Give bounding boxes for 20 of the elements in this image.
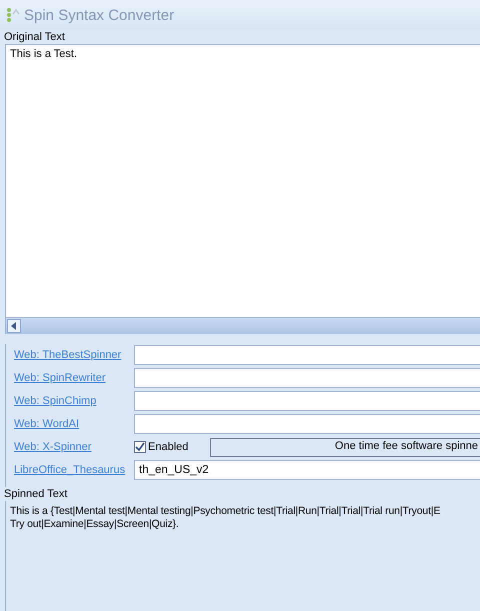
service-link[interactable]: LibreOffice_Thesaurus: [6, 464, 134, 476]
info-label: One time fee software spinne: [210, 438, 480, 456]
service-link[interactable]: Web: SpinRewriter: [6, 372, 134, 384]
checkbox-label: Enabled: [148, 441, 188, 453]
app-icon: [6, 7, 20, 23]
setting-field[interactable]: [134, 368, 480, 388]
service-link[interactable]: Web: TheBestSpinner: [6, 349, 134, 361]
setting-field[interactable]: [134, 391, 480, 411]
left-arrow-icon: [11, 322, 17, 330]
service-link[interactable]: Web: X-Spinner: [6, 441, 134, 453]
service-link[interactable]: Web: WordAI: [6, 418, 134, 430]
setting-field[interactable]: th_en_US_v2: [134, 460, 480, 480]
enabled-checkbox[interactable]: [134, 441, 146, 453]
scroll-left-button[interactable]: [7, 319, 21, 333]
service-link[interactable]: Web: SpinChimp: [6, 395, 134, 407]
setting-field[interactable]: [134, 414, 480, 434]
original-text-area[interactable]: This is a Test.: [5, 44, 480, 318]
horizontal-scrollbar[interactable]: [5, 318, 480, 334]
setting-field[interactable]: [134, 345, 480, 365]
window-title: Spin Syntax Converter: [24, 6, 174, 24]
